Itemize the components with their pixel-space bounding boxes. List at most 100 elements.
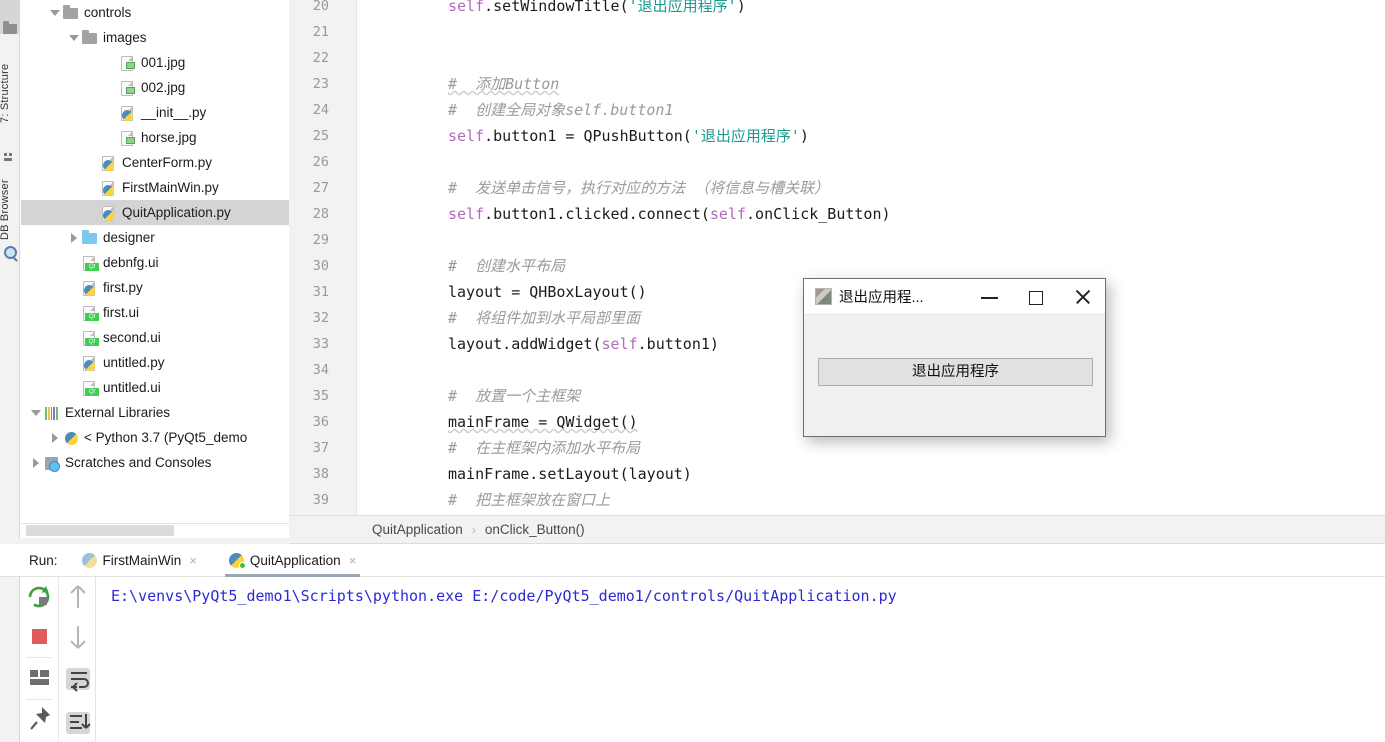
code-line[interactable]: mainFrame.setLayout(layout) <box>448 461 692 487</box>
tree-item-horse-jpg[interactable]: horse.jpg <box>21 125 289 150</box>
breadcrumb-item-method[interactable]: onClick_Button() <box>485 522 585 537</box>
close-button[interactable] <box>1059 279 1105 315</box>
pin-button[interactable] <box>20 699 58 739</box>
qt-ui-file-icon: Qt <box>81 380 99 396</box>
qt-ui-file-icon: Qt <box>81 330 99 346</box>
run-console[interactable]: E:\venvs\PyQt5_demo1\Scripts\python.exe … <box>97 577 1385 742</box>
qt-application-dialog[interactable]: 退出应用程... 退出应用程序 <box>803 278 1106 437</box>
maximize-button[interactable] <box>1013 279 1059 315</box>
project-tree-hscrollbar-thumb[interactable] <box>26 525 174 536</box>
tree-item-designer[interactable]: designer <box>21 225 289 250</box>
project-folder-icon[interactable] <box>3 20 17 34</box>
soft-wrap-button[interactable] <box>59 657 97 701</box>
close-icon[interactable]: × <box>349 553 357 568</box>
tree-item-first-py[interactable]: first.py <box>21 275 289 300</box>
tree-item-quitapplication-py[interactable]: QuitApplication.py <box>21 200 289 225</box>
sidebar-tab-db-browser[interactable]: DB Browser <box>0 165 19 255</box>
down-button[interactable] <box>59 617 97 657</box>
code-line[interactable]: # 把主框架放在窗口上 <box>448 487 610 513</box>
editor-fold-gutter[interactable] <box>335 0 400 515</box>
chevron-right-icon[interactable] <box>67 225 81 250</box>
tree-item-python-3-7-pyqt5-demo[interactable]: < Python 3.7 (PyQt5_demo <box>21 425 289 450</box>
tree-item-001-jpg[interactable]: 001.jpg <box>21 50 289 75</box>
tree-item-firstmainwin-py[interactable]: FirstMainWin.py <box>21 175 289 200</box>
code-token: .setWindowTitle( <box>484 0 629 15</box>
editor-code-area[interactable]: self.setWindowTitle('退出应用程序') # 添加Button #… <box>358 0 1385 515</box>
rerun-button[interactable] <box>20 577 58 617</box>
tree-item-debnfg-ui[interactable]: Qt debnfg.ui <box>21 250 289 275</box>
close-icon[interactable]: × <box>189 553 197 568</box>
code-token: # 发送单击信号，执行对应的方法 （将信息与槽关联） <box>448 179 830 197</box>
chevron-down-icon[interactable] <box>29 400 43 425</box>
sidebar-tab-structure[interactable]: 7: Structure <box>0 38 19 148</box>
project-tree-hscrollbar[interactable] <box>21 523 289 538</box>
code-line[interactable]: layout = QHBoxLayout() <box>448 279 647 305</box>
run-panel: Run: FirstMainWin × QuitApplication × E:… <box>0 544 1385 742</box>
tree-item-untitled-ui[interactable]: Qt untitled.ui <box>21 375 289 400</box>
chevron-down-icon[interactable] <box>67 25 81 50</box>
breadcrumb-item-class[interactable]: QuitApplication <box>372 522 463 537</box>
minimize-button[interactable] <box>967 279 1013 315</box>
tree-item-controls[interactable]: controls <box>21 0 289 25</box>
editor-vscrollbar[interactable] <box>1371 0 1385 515</box>
line-number: 33 <box>312 336 329 352</box>
code-line[interactable]: # 创建全局对象self.button1 <box>448 97 673 123</box>
sidebar-tab-structure-label: 7: Structure <box>0 63 11 123</box>
run-tab-first-main-win[interactable]: FirstMainWin × <box>74 544 205 577</box>
tree-item-images[interactable]: images <box>21 25 289 50</box>
code-token: ) <box>736 0 746 15</box>
layout-button[interactable] <box>20 657 58 699</box>
tree-item-init-py[interactable]: __init__.py <box>21 100 289 125</box>
breadcrumb[interactable]: QuitApplication › onClick_Button() <box>289 515 1385 544</box>
run-tab-quit-application[interactable]: QuitApplication × <box>221 544 364 577</box>
quit-application-button[interactable]: 退出应用程序 <box>818 358 1093 386</box>
dialog-title-bar[interactable]: 退出应用程... <box>804 279 1105 315</box>
code-token: .button1 = QPushButton( <box>484 127 692 145</box>
run-tab-bar: Run: FirstMainWin × QuitApplication × <box>0 544 1385 577</box>
code-line[interactable]: # 添加Button <box>448 71 559 97</box>
code-editor[interactable]: 20 21 22 23 24 25 26 27 28 29 30 31 32 33 34 35 36 37 38 39… <box>289 0 1385 515</box>
python-file-icon <box>81 355 99 371</box>
code-token: # 添加Button <box>448 75 560 93</box>
code-line[interactable]: # 发送单击信号，执行对应的方法 （将信息与槽关联） <box>448 175 829 201</box>
sidebar-tab-db-browser-label: DB Browser <box>0 179 11 241</box>
chevron-right-icon[interactable] <box>29 450 43 475</box>
code-line[interactable]: # 将组件加到水平局部里面 <box>448 305 640 331</box>
project-tree[interactable]: controls images 001.jpg 002.jpg __init__.pyh… <box>21 0 289 523</box>
line-number: 35 <box>312 388 329 404</box>
up-button[interactable] <box>59 577 97 617</box>
python-file-icon <box>81 280 99 296</box>
tree-item-first-ui[interactable]: Qt first.ui <box>21 300 289 325</box>
tree-item-label: __init__.py <box>141 105 207 120</box>
code-line[interactable]: layout.addWidget(self.button1) <box>448 331 719 357</box>
tree-item-scratches-and-consoles[interactable]: Scratches and Consoles <box>21 450 289 475</box>
tree-item-centerform-py[interactable]: CenterForm.py <box>21 150 289 175</box>
code-line[interactable]: # 创建水平布局 <box>448 253 565 279</box>
database-icon <box>3 245 17 259</box>
tree-item-second-ui[interactable]: Qt second.ui <box>21 325 289 350</box>
chevron-down-icon[interactable] <box>48 0 62 25</box>
code-line[interactable]: self.setWindowTitle('退出应用程序') <box>448 0 746 19</box>
code-line[interactable]: self.button1.clicked.connect(self.onClic… <box>448 201 891 227</box>
code-line[interactable]: # 在主框架内添加水平布局 <box>448 435 640 461</box>
chevron-right-icon[interactable] <box>48 425 62 450</box>
code-line[interactable]: self.button1 = QPushButton('退出应用程序') <box>448 123 809 149</box>
stop-button[interactable] <box>20 617 58 657</box>
run-tab-label: FirstMainWin <box>102 552 182 568</box>
scroll-to-end-button[interactable] <box>59 701 97 742</box>
code-line[interactable]: mainFrame = QWidget() <box>448 409 638 435</box>
tree-item-external-libraries[interactable]: External Libraries <box>21 400 289 425</box>
tree-item-002-jpg[interactable]: 002.jpg <box>21 75 289 100</box>
tree-item-untitled-py[interactable]: untitled.py <box>21 350 289 375</box>
code-token: # 把主框架放在窗口上 <box>448 491 611 509</box>
code-line[interactable]: # 放置一个主框架 <box>448 383 580 409</box>
tree-item-label: controls <box>84 5 132 20</box>
